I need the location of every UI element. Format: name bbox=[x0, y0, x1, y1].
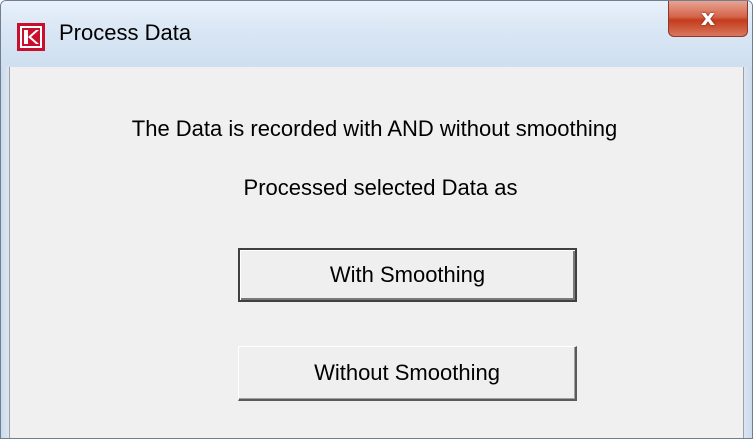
process-data-window: Process Data x The Data is recorded with… bbox=[0, 0, 753, 439]
without-smoothing-button[interactable]: Without Smoothing bbox=[238, 346, 577, 401]
dialog-body: The Data is recorded with AND without sm… bbox=[9, 67, 744, 438]
message-recorded: The Data is recorded with AND without sm… bbox=[131, 116, 618, 141]
title-bar[interactable]: Process Data x bbox=[1, 1, 752, 68]
k-logo-icon bbox=[17, 23, 45, 51]
with-smoothing-label: With Smoothing bbox=[329, 262, 486, 287]
window-frame-right bbox=[744, 67, 752, 438]
window-title: Process Data bbox=[59, 20, 192, 45]
close-button[interactable]: x bbox=[668, 1, 748, 37]
without-smoothing-label: Without Smoothing bbox=[314, 360, 500, 385]
message-processed-as: Processed selected Data as bbox=[243, 175, 518, 200]
close-icon: x bbox=[700, 5, 716, 31]
with-smoothing-button[interactable]: With Smoothing bbox=[238, 248, 577, 302]
